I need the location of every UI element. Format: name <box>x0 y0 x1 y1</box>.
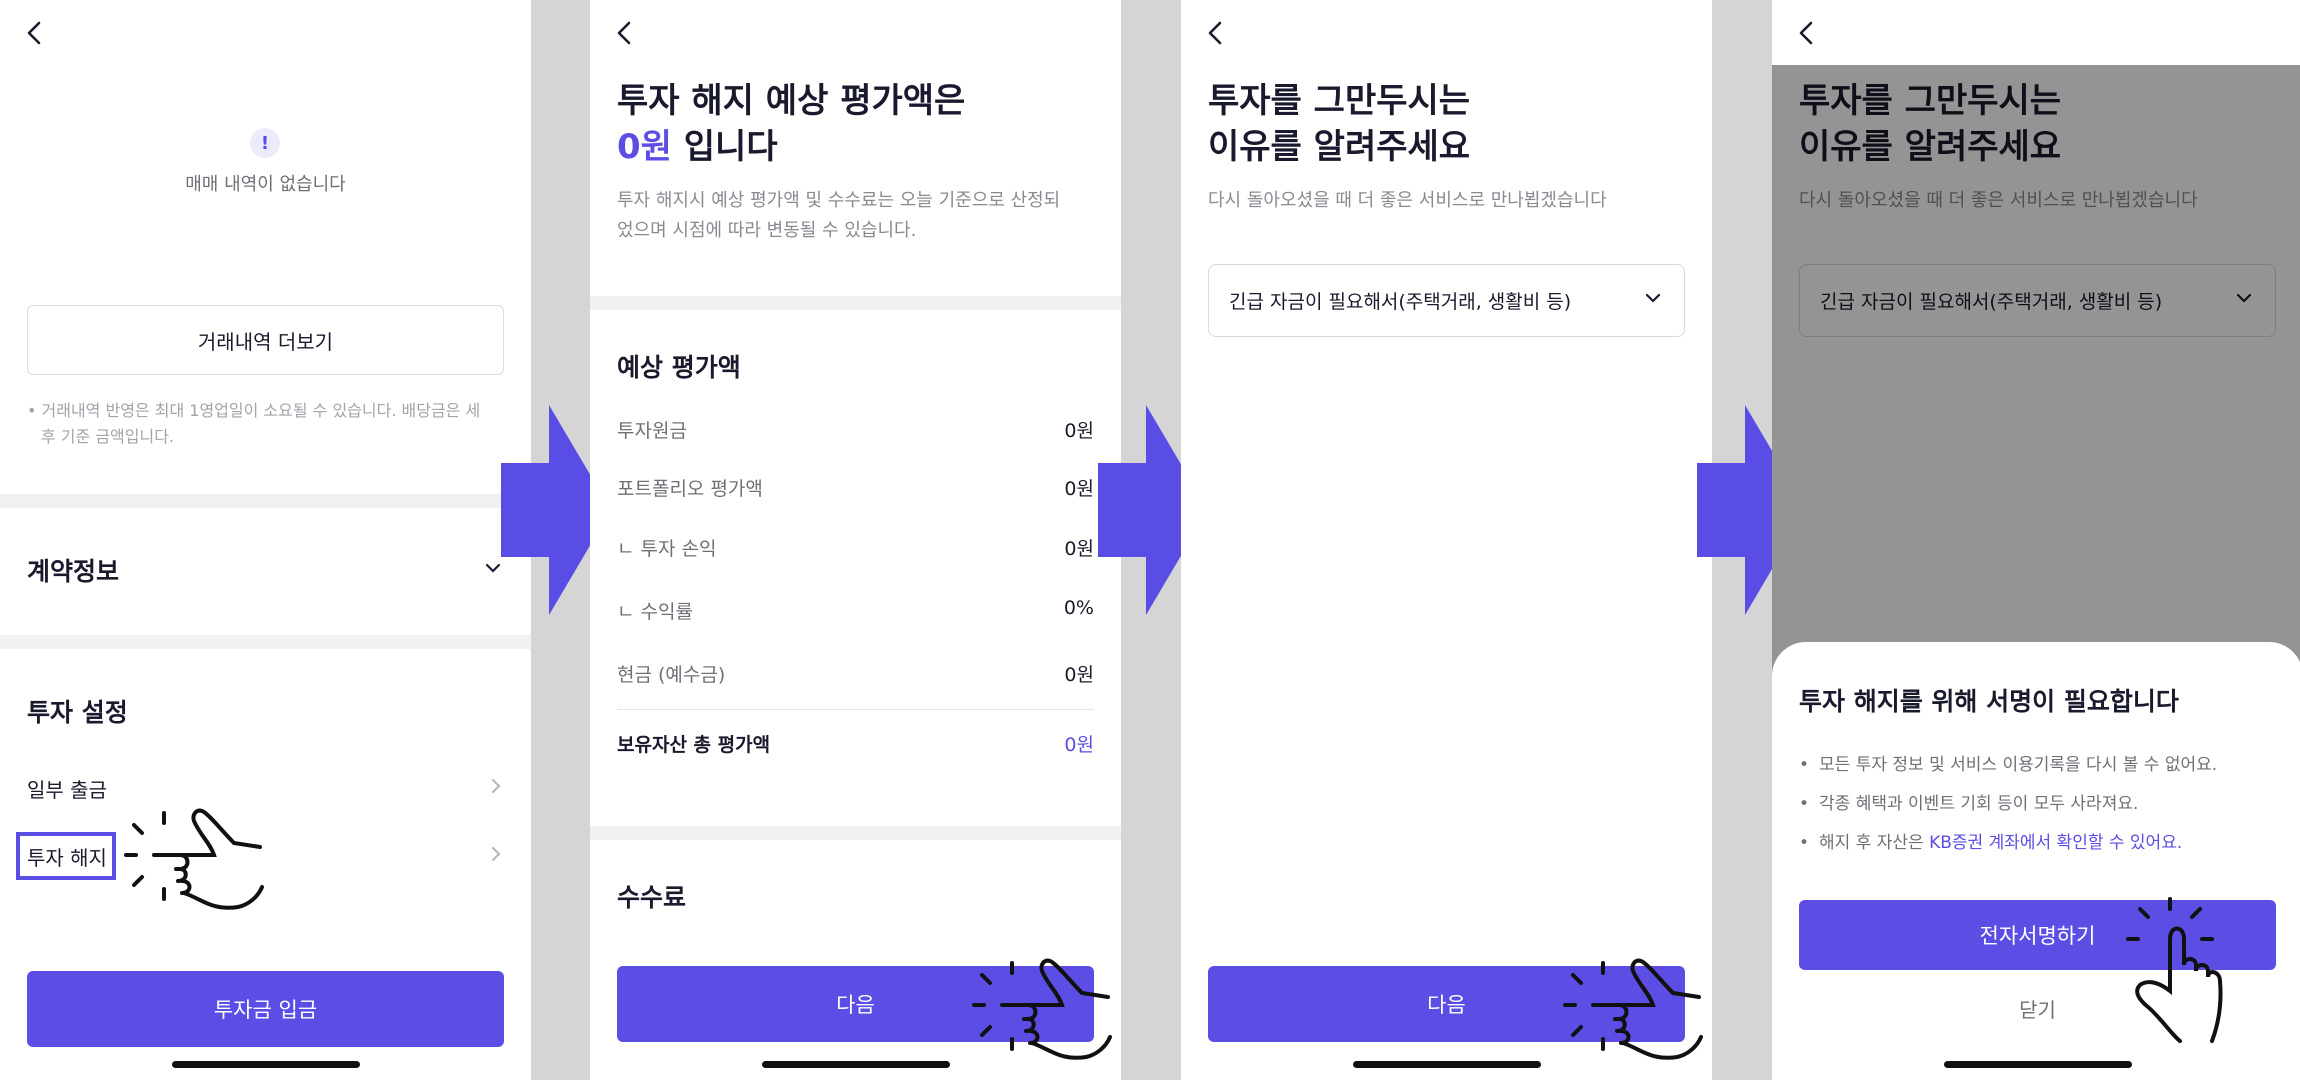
settings-title: 투자 설정 <box>27 698 128 727</box>
section-divider <box>590 826 1121 840</box>
back-arrow-icon[interactable] <box>20 18 50 48</box>
estimate-row: ㄴ 수익률 0% <box>617 597 1094 623</box>
tap-hand-icon <box>970 953 1120 1063</box>
estimate-row: 현금 (예수금) 0원 <box>617 664 1094 686</box>
back-arrow-icon[interactable] <box>1792 18 1822 48</box>
section-divider <box>0 635 531 649</box>
page-title: 투자를 그만두시는 이유를 알려주세요 <box>1208 81 1471 167</box>
chevron-right-icon <box>488 776 504 800</box>
page-subtitle: 다시 돌아오셨을 때 더 좋은 서비스로 만나뵙겠습니다 <box>1208 190 1607 211</box>
chevron-right-icon <box>488 844 504 868</box>
estimate-row: ㄴ 투자 손익 0원 <box>617 538 1094 560</box>
back-arrow-icon[interactable] <box>1201 18 1231 48</box>
screen-portfolio-detail: ! 매매 내역이 없습니다 거래내역 더보기 • 거래내역 반영은 최대 1영업… <box>0 0 531 1080</box>
home-indicator <box>171 1061 360 1068</box>
section-divider <box>590 296 1121 310</box>
sheet-bullet: • 모든 투자 정보 및 서비스 이용기록을 다시 볼 수 없어요. <box>1799 755 2218 775</box>
contract-info-title: 계약정보 <box>27 557 120 586</box>
more-trades-button[interactable]: 거래내역 더보기 <box>27 305 504 375</box>
estimate-row: 포트폴리오 평가액 0원 <box>617 478 1094 500</box>
kb-account-link[interactable]: KB증권 계좌에서 확인할 수 있어요. <box>1929 833 2182 853</box>
total-row: 보유자산 총 평가액 0원 <box>617 734 1094 756</box>
reason-select[interactable]: 긴급 자금이 필요해서(주택거래, 생활비 등) <box>1208 264 1685 337</box>
empty-trades-text: 매매 내역이 없습니다 <box>185 174 346 195</box>
sheet-bullet: • 해지 후 자산은 KB증권 계좌에서 확인할 수 있어요. <box>1799 833 2183 853</box>
trade-note: • 거래내역 반영은 최대 1영업일이 소요될 수 있습니다. 배당금은 세 후… <box>27 401 481 446</box>
menu-item-label: 일부 출금 <box>27 777 107 802</box>
screen-cancel-reason: 투자를 그만두시는 이유를 알려주세요 다시 돌아오셨을 때 더 좋은 서비스로… <box>1181 0 1712 1080</box>
deposit-button[interactable]: 투자금 입금 <box>27 971 504 1047</box>
chevron-down-icon <box>1642 287 1664 314</box>
section-divider <box>0 494 531 508</box>
section-title-estimate: 예상 평가액 <box>617 353 741 382</box>
sheet-bullet: • 각종 혜택과 이벤트 기회 등이 모두 사라져요. <box>1799 794 2139 814</box>
home-indicator <box>1352 1061 1541 1068</box>
tap-hand-icon <box>122 803 272 913</box>
sheet-title: 투자 해지를 위해 서명이 필요합니다 <box>1799 687 2179 716</box>
home-indicator <box>1943 1061 2132 1068</box>
screen-cancel-estimate: 투자 해지 예상 평가액은 0원 입니다 투자 해지시 예상 평가액 및 수수료… <box>590 0 1121 1080</box>
tap-hand-icon <box>1561 953 1711 1063</box>
back-arrow-icon[interactable] <box>610 18 640 48</box>
page-subtitle: 투자 해지시 예상 평가액 및 수수료는 오늘 기준으로 산정되 었으며 시점에… <box>617 190 1061 241</box>
title-amount: 0원 <box>617 127 672 167</box>
home-indicator <box>761 1061 950 1068</box>
contract-info-header[interactable]: 계약정보 <box>27 550 504 590</box>
row-divider <box>617 709 1094 710</box>
section-title-fee: 수수료 <box>617 883 687 912</box>
menu-item-partial-withdrawal[interactable]: 일부 출금 <box>27 770 504 806</box>
tap-hand-icon <box>2122 895 2242 1045</box>
screen-signature-sheet: 투자를 그만두시는 이유를 알려주세요 다시 돌아오셨을 때 더 좋은 서비스로… <box>1772 0 2300 1080</box>
page-title: 투자 해지 예상 평가액은 0원 입니다 <box>617 81 966 167</box>
highlight-box <box>16 832 116 880</box>
info-icon: ! <box>250 128 280 158</box>
estimate-row: 투자원금 0원 <box>617 420 1094 442</box>
